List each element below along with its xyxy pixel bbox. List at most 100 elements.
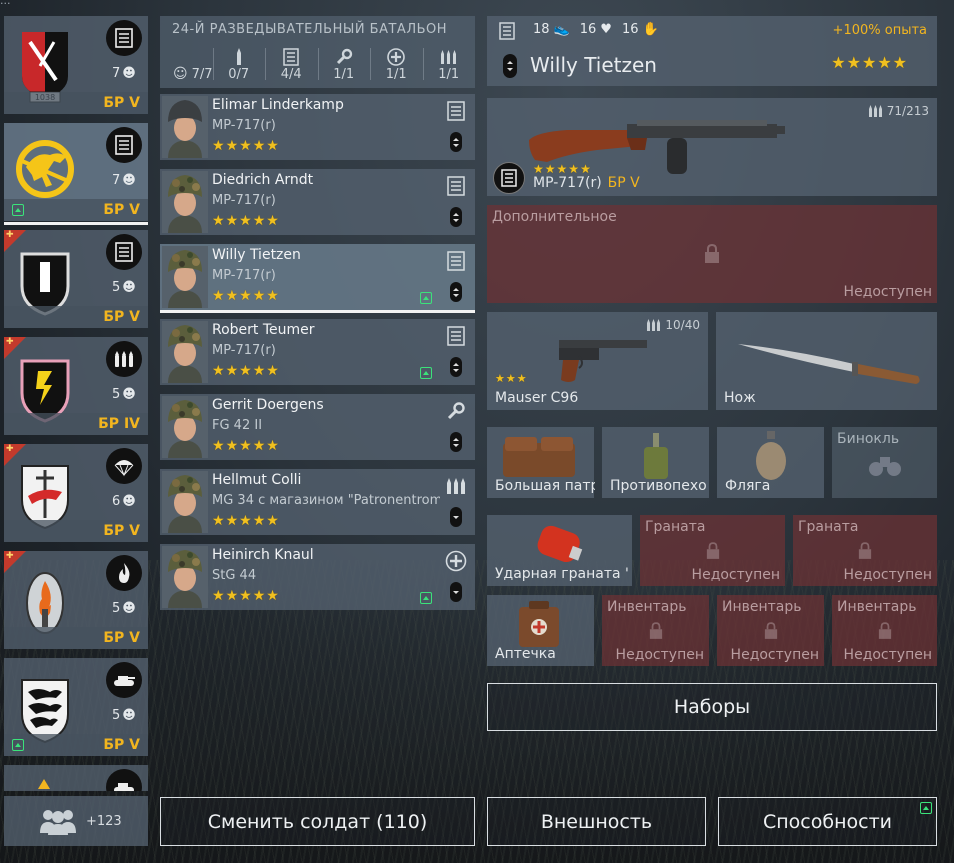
- inventory-slot-locked[interactable]: Инвентарь Недоступен: [717, 595, 824, 666]
- grenade-slot-locked[interactable]: Граната Недоступен: [793, 515, 937, 586]
- kits-button[interactable]: Наборы: [487, 683, 937, 731]
- soldier-weapon: MG 34 с магазином "Patronentrommel": [212, 493, 440, 508]
- squad-card-selected[interactable]: 7 ☻ БР V: [4, 123, 148, 225]
- slot-title: Граната: [798, 519, 859, 535]
- appearance-button[interactable]: Внешность: [487, 797, 706, 846]
- star-icon: ★: [252, 588, 266, 604]
- star-icon: ★: [252, 363, 266, 379]
- star-icon: ★: [892, 53, 907, 72]
- grenade-slot-smoke[interactable]: Ударная граната 'Nebelhandgranate': [487, 515, 632, 586]
- gear-slot-ammo-pouch[interactable]: Большая патронная сумка: [487, 427, 595, 498]
- grenade-slot-locked[interactable]: Граната Недоступен: [640, 515, 785, 586]
- soldier-weapon: StG 44: [212, 568, 257, 583]
- cross-mark-icon: ✚: [6, 230, 14, 240]
- reserve-soldiers-button[interactable]: +123: [4, 796, 148, 846]
- inventory-slot-medkit[interactable]: Аптечка: [487, 595, 594, 666]
- inventory-slot-locked[interactable]: Инвентарь Недоступен: [832, 595, 937, 666]
- unavailable-label: Недоступен: [843, 647, 932, 663]
- rank-icon: [450, 582, 462, 602]
- lock-icon: [705, 244, 719, 263]
- star-icon: ★: [212, 363, 225, 379]
- star-icon: ★: [846, 53, 861, 72]
- soldier-rating-stars: ★ ★ ★ ★ ★: [212, 439, 279, 453]
- soldier-card[interactable]: Robert Teumer MP-717(r) ★ ★ ★ ★ ★: [160, 319, 475, 385]
- cross-mark-icon: ✚: [6, 337, 14, 347]
- soldier-portrait: [162, 246, 208, 308]
- sidearm-slot[interactable]: 10/40 ★ ★ ★ Mauser C96: [487, 312, 708, 410]
- squad-card-partial[interactable]: [4, 765, 148, 791]
- soldier-card[interactable]: Hellmut Colli MG 34 с магазином "Patronen…: [160, 469, 475, 535]
- squad-br: БР V: [103, 309, 140, 325]
- soldier-rating-stars: ★ ★ ★ ★ ★: [212, 214, 279, 228]
- weapon-rating-stars: ★ ★ ★ ★ ★: [533, 162, 591, 176]
- primary-weapon-br: БР V: [607, 175, 640, 191]
- star-icon: ★: [266, 363, 279, 379]
- upgrade-icon: [420, 592, 432, 604]
- smoke-grenade-image: [537, 525, 583, 563]
- squad-count: 5: [112, 387, 121, 402]
- star-icon: ★: [239, 438, 252, 454]
- star-icon: ★: [225, 138, 239, 154]
- rank-icon: [450, 432, 462, 452]
- boot-icon: 👟: [553, 22, 570, 37]
- stat-value: 16: [579, 22, 597, 37]
- gear-slot-canteen[interactable]: Фляга: [717, 427, 824, 498]
- slot-title: Инвентарь: [607, 599, 687, 615]
- star-icon: ★: [252, 138, 266, 154]
- change-soldier-button[interactable]: Сменить солдат (110): [160, 797, 475, 846]
- soldier-card-selected[interactable]: Willy Tietzen MP-717(r) ★ ★ ★ ★ ★: [160, 244, 475, 313]
- star-icon: ★: [568, 162, 580, 176]
- extra-weapon-slot[interactable]: Дополнительное Недоступен: [487, 205, 937, 303]
- squad-card[interactable]: ✚ 6 ☻ БР V: [4, 444, 148, 542]
- star-icon: ★: [266, 138, 279, 154]
- abilities-button[interactable]: Способности: [718, 797, 937, 846]
- star-icon: ★: [495, 372, 505, 385]
- star-icon: ★: [225, 363, 239, 379]
- document-icon: [493, 162, 525, 194]
- gear-slot-grenade[interactable]: Противопехотная граната: [602, 427, 709, 498]
- slot-title: Инвентарь: [722, 599, 802, 615]
- soldier-card[interactable]: Diedrich Arndt MP-717(r) ★ ★ ★ ★ ★: [160, 169, 475, 235]
- soldier-name: Willy Tietzen: [530, 53, 657, 77]
- gear-name: Противопехотная граната: [610, 478, 706, 494]
- hand-icon: ✋: [642, 22, 659, 37]
- inventory-slot-locked[interactable]: Инвентарь Недоступен: [602, 595, 709, 666]
- star-icon: ★: [239, 363, 252, 379]
- soldier-card[interactable]: Gerrit Doergens FG 42 II ★ ★ ★ ★ ★: [160, 394, 475, 460]
- soldier-weapon: FG 42 II: [212, 418, 263, 433]
- star-icon: ★: [252, 438, 266, 454]
- person-icon: ☻: [122, 66, 136, 81]
- document-icon: [499, 22, 515, 40]
- star-icon: ★: [505, 372, 516, 385]
- gear-slot-binoculars[interactable]: Бинокль: [832, 427, 937, 498]
- soldier-card[interactable]: Heinirch Knaul StG 44 ★ ★ ★ ★ ★: [160, 544, 475, 610]
- star-icon: ★: [212, 513, 225, 529]
- star-icon: ★: [212, 288, 225, 304]
- inventory-name: Аптечка: [495, 646, 556, 662]
- rank-icon: [450, 357, 462, 377]
- primary-weapon-name: MP-717(r): [533, 175, 602, 191]
- squad-card[interactable]: ✚ 5 ☻ БР V: [4, 551, 148, 649]
- squad-card[interactable]: ✚ 5 ☻ БР V: [4, 230, 148, 328]
- squad-card[interactable]: 5 ☻ БР V: [4, 658, 148, 756]
- star-icon: ★: [533, 162, 544, 176]
- lock-icon: [706, 541, 719, 559]
- soldier-card[interactable]: Elimar Linderkamp MP-717(r) ★ ★ ★ ★ ★: [160, 94, 475, 160]
- star-icon: ★: [252, 288, 266, 304]
- soldier-name: Hellmut Colli: [212, 472, 302, 488]
- squad-br: БР V: [103, 523, 140, 539]
- star-icon: ★: [212, 213, 225, 229]
- person-icon: ☻: [122, 387, 136, 402]
- primary-weapon-slot[interactable]: 71/213 ★ ★ ★ ★ ★ MP-717(r) БР V: [487, 98, 937, 196]
- melee-slot[interactable]: Нож: [716, 312, 937, 410]
- star-icon: ★: [212, 138, 225, 154]
- document-icon: [106, 20, 142, 56]
- soldier-portrait: [162, 471, 208, 533]
- squad-card[interactable]: ✚ 5 ☻ БР IV: [4, 337, 148, 435]
- soldier-rating-stars: ★ ★ ★ ★ ★: [212, 139, 279, 153]
- star-icon: ★: [266, 438, 279, 454]
- horse-circle-emblem: [16, 140, 74, 198]
- soldier-name: Diedrich Arndt: [212, 172, 314, 188]
- squad-card[interactable]: 1038 7☻ БР V: [4, 16, 148, 114]
- medkit-image: [519, 601, 559, 647]
